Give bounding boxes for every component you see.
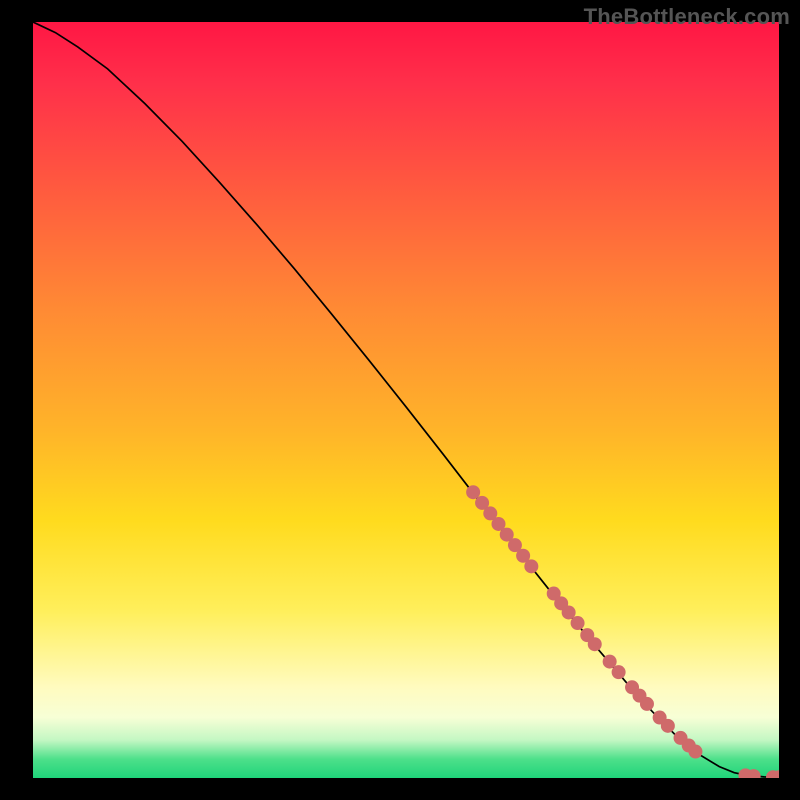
- data-point: [571, 616, 585, 630]
- data-point: [524, 559, 538, 573]
- data-point: [661, 719, 675, 733]
- data-point: [612, 665, 626, 679]
- curve-line: [33, 22, 779, 777]
- data-point: [640, 697, 654, 711]
- plot-area: [33, 22, 779, 778]
- data-point: [688, 745, 702, 759]
- watermark-text: TheBottleneck.com: [584, 4, 790, 30]
- data-point: [588, 637, 602, 651]
- chart-svg: [33, 22, 779, 778]
- chart-frame: TheBottleneck.com: [0, 0, 800, 800]
